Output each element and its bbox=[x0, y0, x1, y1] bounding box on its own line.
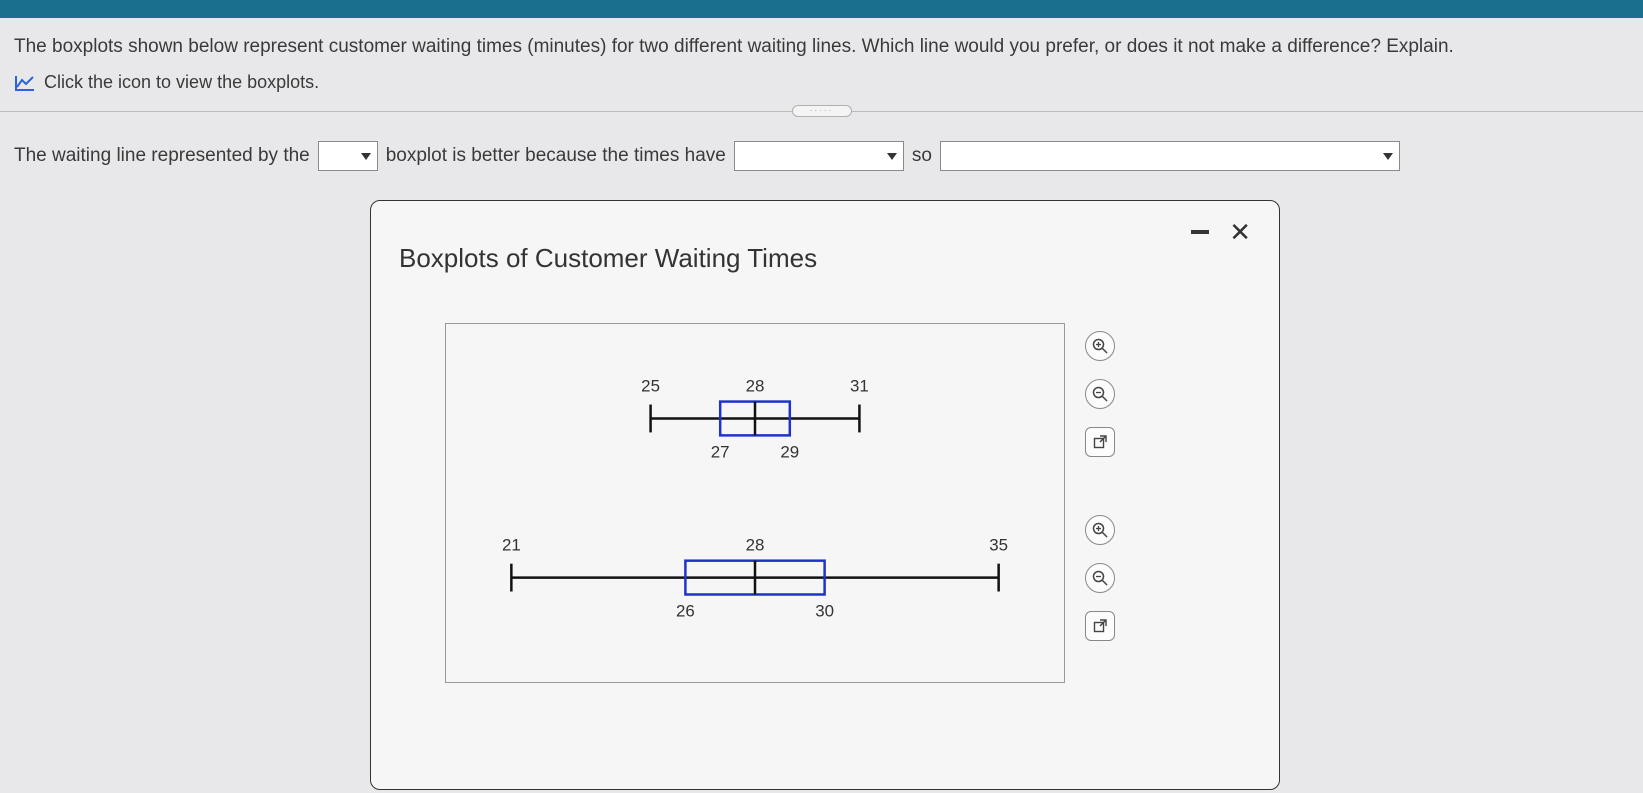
answer-text-1: The waiting line represented by the bbox=[14, 145, 310, 167]
answer-sentence: The waiting line represented by the boxp… bbox=[0, 141, 1643, 171]
chevron-down-icon bbox=[887, 153, 897, 160]
svg-text:27: 27 bbox=[711, 442, 730, 461]
question-text: The boxplots shown below represent custo… bbox=[14, 36, 1629, 58]
answer-text-3: so bbox=[912, 145, 932, 167]
drag-handle[interactable]: ····· bbox=[792, 105, 852, 117]
zoom-out-icon[interactable] bbox=[1085, 379, 1115, 409]
line-chart-icon bbox=[14, 74, 36, 92]
answer-text-2: boxplot is better because the times have bbox=[386, 145, 726, 167]
dropdown-position[interactable] bbox=[318, 141, 378, 171]
svg-text:28: 28 bbox=[746, 377, 765, 396]
svg-text:26: 26 bbox=[676, 601, 695, 620]
svg-text:28: 28 bbox=[746, 536, 765, 555]
boxplot-modal: ✕ Boxplots of Customer Waiting Times 252… bbox=[370, 200, 1280, 790]
popout-icon[interactable] bbox=[1085, 427, 1115, 457]
view-boxplots-label: Click the icon to view the boxplots. bbox=[44, 72, 319, 93]
window-chrome-bar bbox=[0, 0, 1643, 18]
chevron-down-icon bbox=[1383, 153, 1393, 160]
boxplot-chart: 25 28 31 27 29 21 28 35 26 30 bbox=[445, 323, 1065, 683]
svg-text:29: 29 bbox=[780, 442, 799, 461]
zoom-in-icon-2[interactable] bbox=[1085, 515, 1115, 545]
popout-icon-2[interactable] bbox=[1085, 611, 1115, 641]
svg-text:31: 31 bbox=[850, 377, 869, 396]
close-icon[interactable]: ✕ bbox=[1229, 223, 1251, 241]
modal-title: Boxplots of Customer Waiting Times bbox=[399, 243, 1251, 274]
dropdown-conclusion[interactable] bbox=[940, 141, 1400, 171]
zoom-out-icon-2[interactable] bbox=[1085, 563, 1115, 593]
zoom-in-icon[interactable] bbox=[1085, 331, 1115, 361]
minimize-icon[interactable] bbox=[1191, 230, 1209, 234]
svg-text:30: 30 bbox=[815, 601, 834, 620]
dropdown-variation[interactable] bbox=[734, 141, 904, 171]
question-area: The boxplots shown below represent custo… bbox=[0, 18, 1643, 93]
view-boxplots-link[interactable]: Click the icon to view the boxplots. bbox=[14, 72, 1629, 93]
chart-tool-column bbox=[1085, 331, 1115, 641]
svg-text:21: 21 bbox=[502, 536, 521, 555]
svg-text:35: 35 bbox=[989, 536, 1008, 555]
chevron-down-icon bbox=[361, 153, 371, 160]
svg-text:25: 25 bbox=[641, 377, 660, 396]
